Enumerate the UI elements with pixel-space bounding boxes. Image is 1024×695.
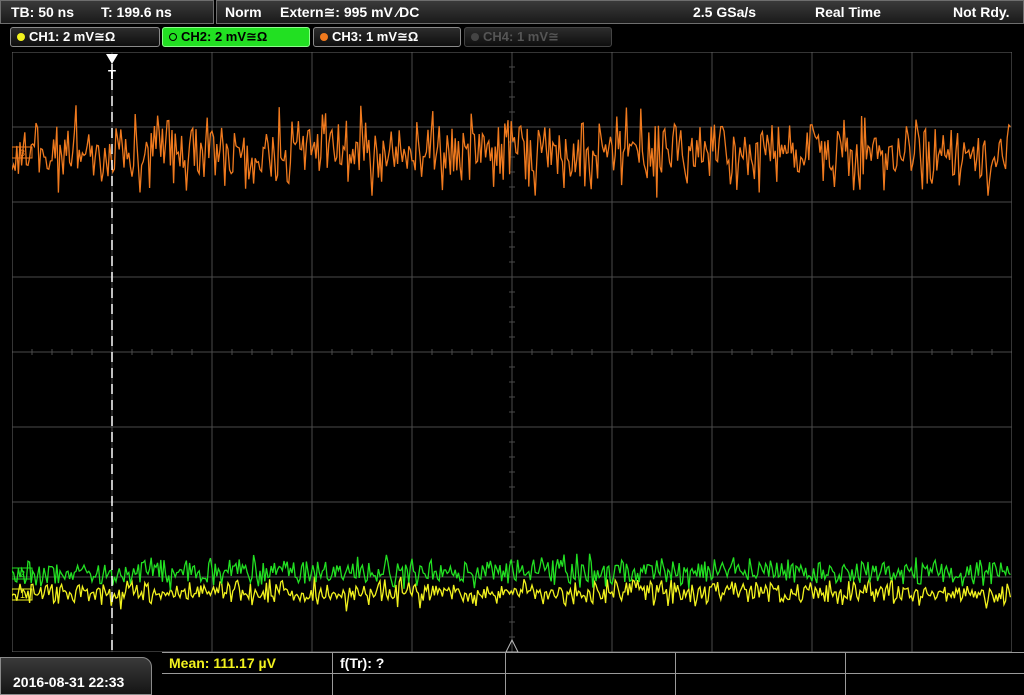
ch2-offset-label: 2 — [20, 569, 25, 579]
tab-ch3[interactable]: CH3: 1 mV≅Ω — [313, 27, 461, 47]
frequency-measurement[interactable]: f(Tr): ? — [340, 655, 384, 671]
ch2-label: CH2: 2 mV≅Ω — [181, 29, 268, 44]
trigger-mode-label: Norm — [225, 4, 262, 20]
trigger-marker-label: T — [108, 67, 116, 82]
datetime-box[interactable]: 2016-08-31 22:33 — [0, 657, 152, 695]
ch4-label: CH4: 1 mV≅ — [483, 29, 559, 44]
measurement-grid — [162, 652, 1024, 695]
trigger-position-icon[interactable] — [106, 54, 118, 64]
ch1-label: CH1: 2 mV≅Ω — [29, 29, 116, 44]
ch1-offset-label: 1 — [20, 590, 25, 600]
ch3-label: CH3: 1 mV≅Ω — [332, 29, 419, 44]
ch3-offset-label: 3 — [20, 148, 25, 158]
status-bar: TB: 50 ns T: 199.6 ns Norm Extern≅: 995 … — [0, 0, 1024, 26]
tab-ch4[interactable]: CH4: 1 mV≅ — [464, 27, 612, 47]
ch2-dot-icon — [169, 33, 177, 41]
ch2-waveform — [12, 553, 1011, 591]
datetime-label: 2016-08-31 22:33 — [13, 674, 125, 690]
timebase-box[interactable]: TB: 50 ns T: 199.6 ns — [0, 0, 214, 24]
sample-rate-label: 2.5 GSa/s — [693, 4, 757, 20]
waveform-display[interactable]: T 3 2 1 — [12, 52, 1012, 652]
trigger-time-label: T: 199.6 ns — [101, 4, 172, 20]
ch3-waveform — [12, 105, 1011, 198]
trigger-source-label: Extern≅: 995 mV ∕DC — [280, 4, 420, 20]
ch4-dot-icon — [471, 33, 479, 41]
ch1-dot-icon — [17, 33, 25, 41]
acquisition-state-label: Not Rdy. — [953, 4, 1010, 20]
measurement-bar: Mean: 111.17 µV f(Tr): ? — [162, 652, 1024, 695]
timebase-label: TB: 50 ns — [11, 4, 75, 20]
trigger-box[interactable]: Norm Extern≅: 995 mV ∕DC 2.5 GSa/s Real … — [216, 0, 1024, 24]
tab-ch2[interactable]: CH2: 2 mV≅Ω — [162, 27, 310, 47]
ch3-dot-icon — [320, 33, 328, 41]
acquisition-mode-label: Real Time — [815, 4, 881, 20]
tab-ch1[interactable]: CH1: 2 mV≅Ω — [10, 27, 160, 47]
mean-measurement[interactable]: Mean: 111.17 µV — [169, 655, 276, 671]
